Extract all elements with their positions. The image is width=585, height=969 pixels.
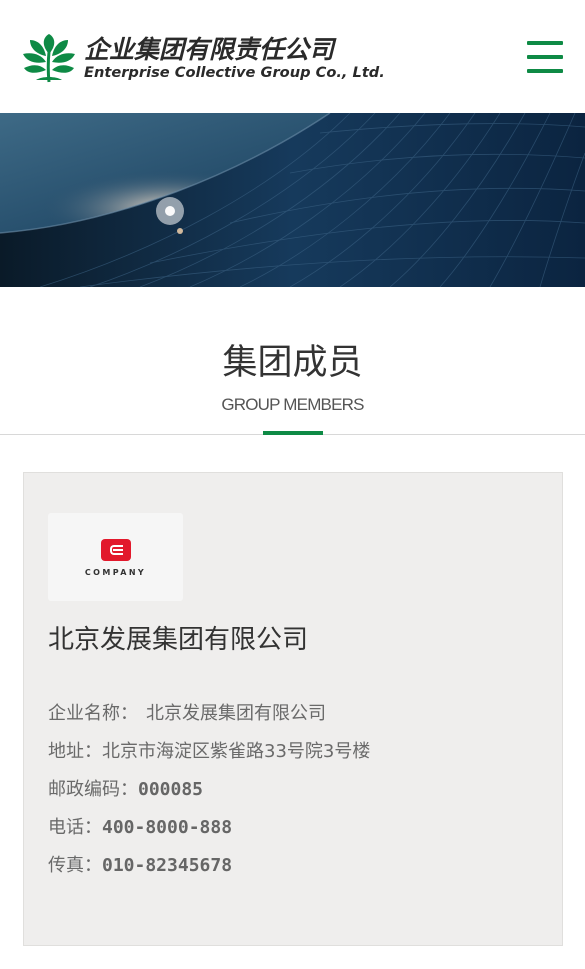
banner-image	[0, 113, 585, 287]
info-label: 邮政编码：	[48, 779, 138, 800]
section-subtitle: GROUP MEMBERS	[221, 395, 364, 414]
info-value: 400-8000-888	[102, 817, 233, 838]
building-glass-facade-image	[0, 113, 585, 287]
info-label: 地址：	[48, 741, 102, 762]
company-logo-mark-icon	[101, 539, 131, 561]
info-value: 北京发展集团有限公司	[146, 703, 326, 724]
info-row-address: 地址：北京市海淀区紫雀路33号院3号楼	[48, 738, 370, 766]
info-value: 000085	[138, 779, 204, 800]
site-header: 企业集团有限责任公司 Enterprise Collective Group C…	[0, 0, 585, 113]
company-name[interactable]: 北京发展集团有限公司	[48, 619, 308, 656]
info-row-fax: 传真：010-82345678	[48, 852, 232, 880]
section-title: 集团成员	[222, 343, 363, 383]
menu-bar	[527, 69, 563, 73]
info-row-company-name: 企业名称： 北京发展集团有限公司	[48, 700, 326, 728]
info-row-phone: 电话：400-8000-888	[48, 814, 232, 842]
member-card: COMPANY 北京发展集团有限公司 企业名称： 北京发展集团有限公司 地址：北京…	[23, 472, 563, 946]
logo-chinese-name: 企业集团有限责任公司	[84, 35, 335, 64]
info-value: 北京市海淀区紫雀路33号院3号楼	[102, 741, 371, 762]
info-row-postcode: 邮政编码：000085	[48, 776, 203, 804]
info-label: 电话：	[48, 817, 102, 838]
info-value: 010-82345678	[102, 855, 233, 876]
hamburger-menu-icon[interactable]	[527, 41, 563, 73]
section-divider-accent	[263, 431, 323, 435]
company-logo[interactable]: COMPANY	[48, 513, 183, 601]
logo-english-name: Enterprise Collective Group Co., Ltd.	[84, 64, 385, 81]
info-label: 传真：	[48, 855, 102, 876]
company-logo-word: COMPANY	[84, 568, 147, 577]
site-logo[interactable]: 企业集团有限责任公司 Enterprise Collective Group C…	[22, 30, 402, 85]
info-label: 企业名称：	[48, 703, 138, 724]
menu-bar	[527, 55, 563, 59]
menu-bar	[527, 41, 563, 45]
leaf-plant-icon	[23, 34, 75, 83]
